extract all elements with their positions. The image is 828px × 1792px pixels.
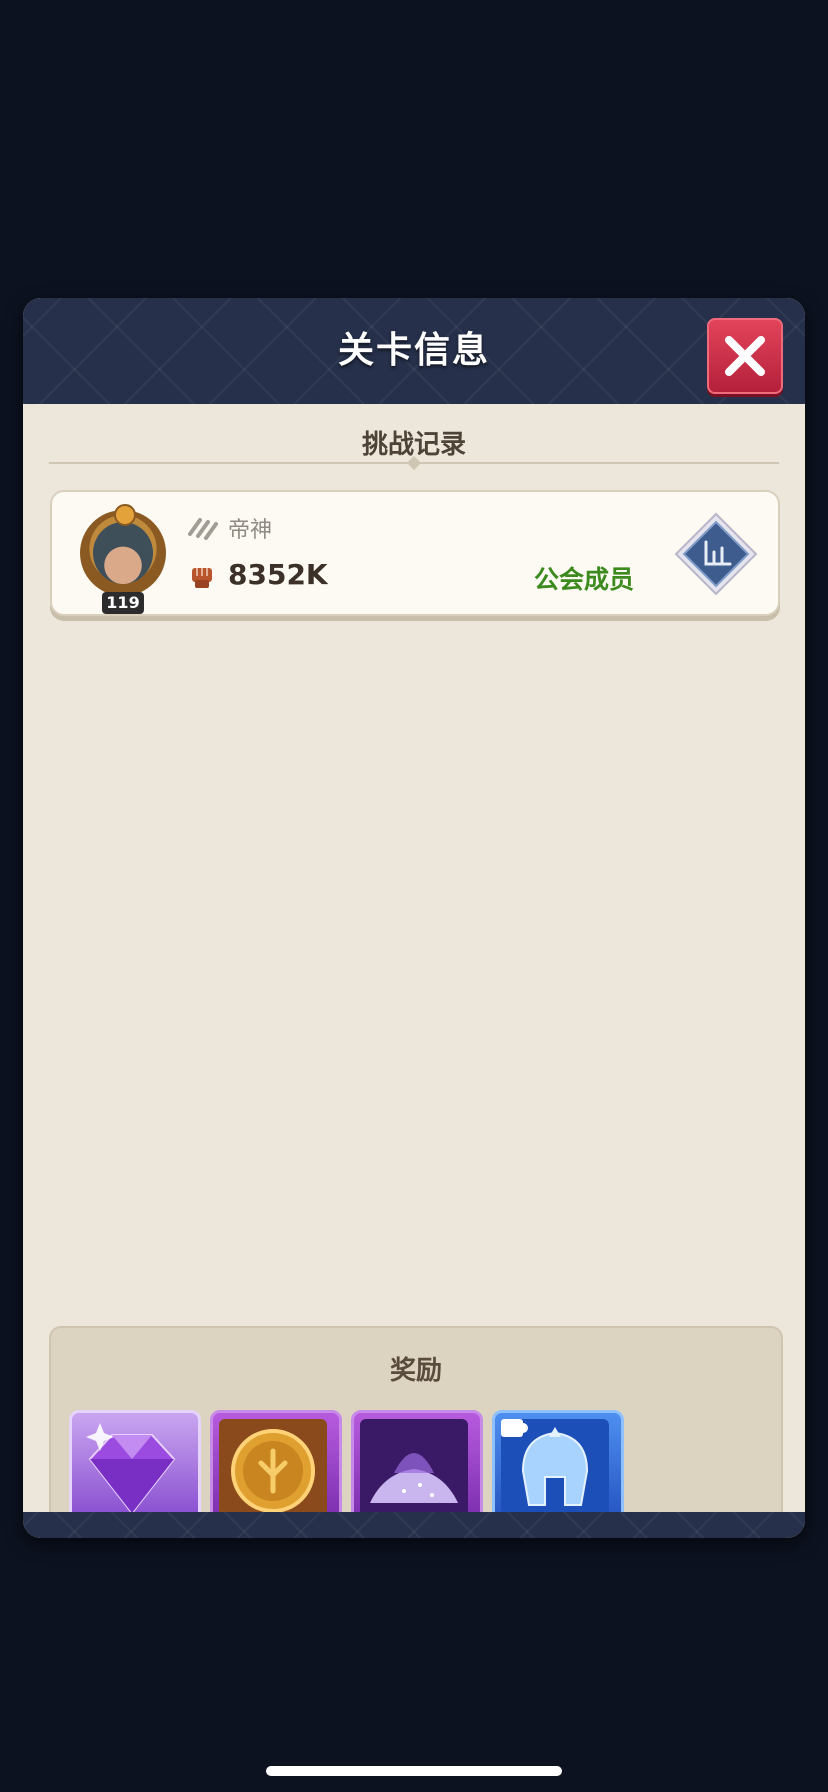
server-slash-icon: [188, 518, 218, 540]
fist-icon: [192, 568, 212, 588]
level-badge: 119: [102, 592, 144, 614]
screen: 关卡信息 挑战记录 119 帝神 8352K 公会成员 奖励: [0, 0, 828, 1792]
player-name: 帝神: [228, 518, 273, 543]
reward-title: 奖励: [389, 1356, 442, 1386]
avatar[interactable]: 119: [80, 504, 166, 614]
rank-emblem-icon: [114, 504, 136, 526]
challenge-record-card[interactable]: 119 帝神 8352K 公会成员: [50, 490, 780, 616]
dialog-body: 挑战记录 119 帝神 8352K 公会成员 奖励: [23, 404, 805, 1538]
guild-member-label: 公会成员: [534, 565, 635, 594]
dialog-footer: [23, 1512, 805, 1538]
dialog-title: 关卡信息: [337, 330, 490, 371]
reward-panel: 奖励 160: [49, 1326, 783, 1538]
stage-info-dialog: 关卡信息 挑战记录 119 帝神 8352K 公会成员 奖励: [23, 298, 805, 1538]
home-indicator[interactable]: [266, 1766, 562, 1776]
close-x-icon: [725, 336, 765, 376]
power-value: 8352K: [228, 558, 328, 591]
hero-portrait: [93, 522, 153, 584]
close-button[interactable]: [707, 318, 783, 394]
replay-diamond-icon[interactable]: [674, 512, 758, 596]
